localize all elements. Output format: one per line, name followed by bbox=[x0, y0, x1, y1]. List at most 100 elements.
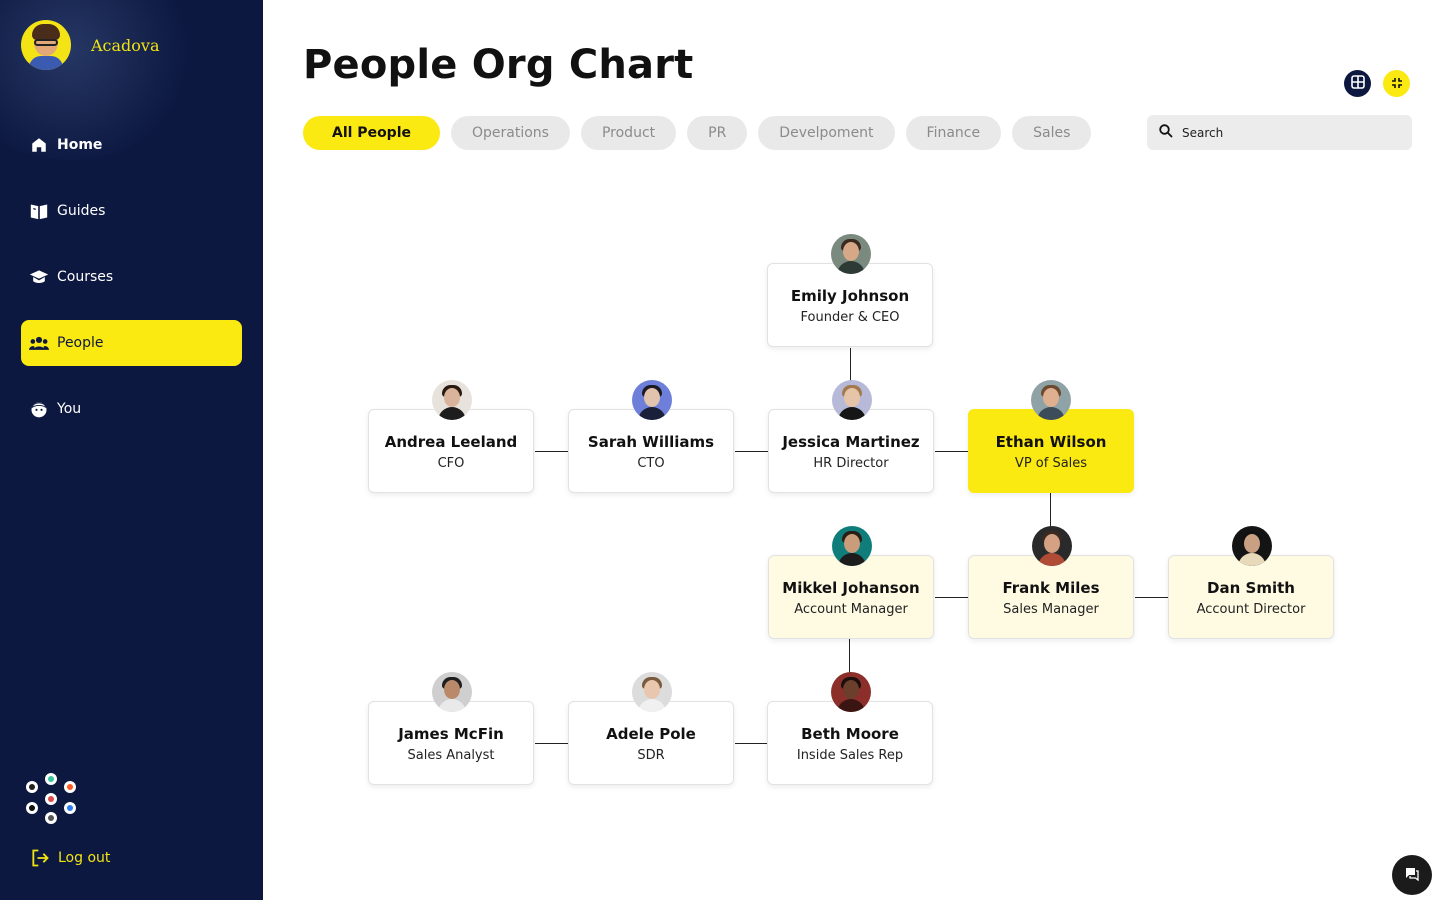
person-card-sarah-williams[interactable]: Sarah Williams CTO bbox=[568, 409, 734, 493]
grid-view-icon bbox=[1350, 74, 1365, 93]
person-role: CTO bbox=[637, 456, 665, 471]
avatar-face-icon bbox=[29, 399, 49, 419]
home-icon bbox=[29, 135, 49, 155]
filter-chip-development[interactable]: Develpoment bbox=[758, 116, 895, 150]
person-name: Mikkel Johanson bbox=[782, 579, 920, 597]
connector bbox=[935, 597, 969, 598]
slack-icon[interactable] bbox=[45, 773, 57, 785]
person-card-dan-smith[interactable]: Dan Smith Account Director bbox=[1168, 555, 1334, 639]
person-role: Sales Manager bbox=[1003, 602, 1099, 617]
person-role: Account Director bbox=[1196, 602, 1306, 617]
sidebar-item-courses[interactable]: Courses bbox=[21, 254, 242, 300]
sidebar-item-guides[interactable]: Guides bbox=[21, 188, 242, 234]
person-photo-james-mcfin[interactable] bbox=[432, 672, 472, 712]
logout-icon bbox=[30, 848, 50, 868]
person-photo-emily-johnson[interactable] bbox=[831, 234, 871, 274]
person-role: CFO bbox=[437, 456, 465, 471]
confluence-icon[interactable] bbox=[64, 802, 76, 814]
page-title: People Org Chart bbox=[303, 42, 694, 88]
person-card-jessica-martinez[interactable]: Jessica Martinez HR Director bbox=[768, 409, 934, 493]
google-icon[interactable] bbox=[45, 793, 57, 805]
person-photo-adele-pole[interactable] bbox=[632, 672, 672, 712]
chat-button[interactable] bbox=[1392, 855, 1432, 895]
person-photo-andrea-leeland[interactable] bbox=[432, 380, 472, 420]
connector bbox=[935, 451, 968, 452]
integrations-cluster bbox=[26, 773, 82, 827]
person-role: Inside Sales Rep bbox=[796, 748, 904, 763]
connector bbox=[735, 451, 769, 452]
filter-chip-all-people[interactable]: All People bbox=[303, 116, 440, 150]
person-name: Beth Moore bbox=[801, 725, 899, 743]
sidebar-item-you[interactable]: You bbox=[21, 386, 242, 432]
person-photo-mikkel-johanson[interactable] bbox=[832, 526, 872, 566]
person-card-beth-moore[interactable]: Beth Moore Inside Sales Rep bbox=[767, 701, 933, 785]
zapier-icon[interactable] bbox=[64, 781, 76, 793]
aws-icon[interactable] bbox=[45, 812, 57, 824]
department-filters: All People Operations Product PR Develpo… bbox=[303, 116, 1102, 150]
graduation-cap-icon bbox=[29, 267, 49, 287]
person-card-ethan-wilson[interactable]: Ethan Wilson VP of Sales bbox=[968, 409, 1134, 493]
search-input[interactable] bbox=[1182, 125, 1402, 140]
person-name: Andrea Leeland bbox=[384, 433, 518, 451]
collapse-button[interactable] bbox=[1383, 70, 1410, 97]
person-role: VP of Sales bbox=[1014, 456, 1088, 471]
person-name: Emily Johnson bbox=[790, 287, 910, 305]
connector bbox=[1050, 493, 1051, 527]
person-name: Sarah Williams bbox=[587, 433, 715, 451]
person-photo-ethan-wilson[interactable] bbox=[1031, 380, 1071, 420]
github-icon[interactable] bbox=[26, 781, 38, 793]
logout-label: Log out bbox=[58, 850, 111, 866]
filter-chip-operations[interactable]: Operations bbox=[451, 116, 570, 150]
sidebar-item-home[interactable]: Home bbox=[21, 122, 242, 168]
person-card-mikkel-johanson[interactable]: Mikkel Johanson Account Manager bbox=[768, 555, 934, 639]
sidebar-item-people[interactable]: People bbox=[21, 320, 242, 366]
person-card-andrea-leeland[interactable]: Andrea Leeland CFO bbox=[368, 409, 534, 493]
connector bbox=[535, 743, 569, 744]
sidebar-item-label: Home bbox=[57, 137, 103, 153]
person-role: SDR bbox=[637, 748, 665, 763]
brand-name: Acadova bbox=[91, 35, 160, 55]
person-card-adele-pole[interactable]: Adele Pole SDR bbox=[568, 701, 734, 785]
person-photo-beth-moore[interactable] bbox=[831, 672, 871, 712]
person-name: Dan Smith bbox=[1207, 579, 1295, 597]
person-name: Jessica Martinez bbox=[782, 433, 920, 451]
person-name: Adele Pole bbox=[606, 725, 696, 743]
connector bbox=[1135, 597, 1169, 598]
person-role: Sales Analyst bbox=[407, 748, 495, 763]
filter-chip-sales[interactable]: Sales bbox=[1012, 116, 1092, 150]
app: Acadova Home Guides Courses People You L… bbox=[0, 0, 1440, 900]
sidebar: Acadova Home Guides Courses People You L… bbox=[0, 0, 263, 900]
person-card-emily-johnson[interactable]: Emily Johnson Founder & CEO bbox=[767, 263, 933, 347]
sidebar-item-label: People bbox=[57, 335, 104, 351]
book-icon bbox=[29, 201, 49, 221]
people-icon bbox=[29, 333, 49, 353]
chat-icon bbox=[1405, 866, 1419, 885]
notion-icon[interactable] bbox=[26, 802, 38, 814]
connector bbox=[735, 743, 768, 744]
sidebar-item-label: You bbox=[57, 401, 82, 417]
person-role: Account Manager bbox=[794, 602, 908, 617]
filter-chip-product[interactable]: Product bbox=[580, 116, 677, 150]
person-role: HR Director bbox=[813, 456, 889, 471]
sidebar-nav: Home Guides Courses People You bbox=[21, 122, 242, 452]
person-photo-dan-smith[interactable] bbox=[1232, 526, 1272, 566]
brand[interactable]: Acadova bbox=[21, 20, 160, 70]
filter-chip-pr[interactable]: PR bbox=[687, 116, 748, 150]
connector bbox=[850, 348, 851, 382]
connector bbox=[535, 451, 569, 452]
person-photo-frank-miles[interactable] bbox=[1032, 526, 1072, 566]
person-name: James McFin bbox=[398, 725, 504, 743]
search-icon bbox=[1159, 123, 1173, 142]
person-photo-jessica-martinez[interactable] bbox=[832, 380, 872, 420]
person-photo-sarah-williams[interactable] bbox=[632, 380, 672, 420]
person-card-frank-miles[interactable]: Frank Miles Sales Manager bbox=[968, 555, 1134, 639]
person-card-james-mcfin[interactable]: James McFin Sales Analyst bbox=[368, 701, 534, 785]
brand-avatar bbox=[21, 20, 71, 70]
logout-button[interactable]: Log out bbox=[30, 848, 110, 868]
view-controls bbox=[1344, 70, 1422, 97]
grid-view-button[interactable] bbox=[1344, 70, 1371, 97]
search-box bbox=[1147, 115, 1412, 150]
collapse-icon bbox=[1391, 74, 1403, 93]
filter-chip-finance[interactable]: Finance bbox=[905, 116, 1002, 150]
person-role: Founder & CEO bbox=[800, 310, 900, 325]
